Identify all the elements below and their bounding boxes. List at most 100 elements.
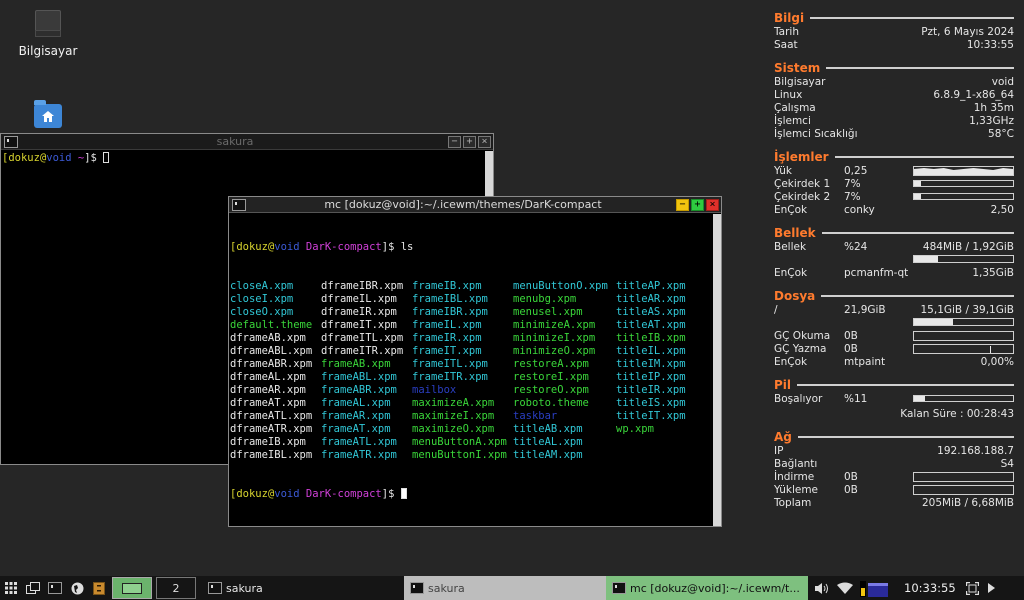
task-sakura-1[interactable]: sakura (202, 576, 404, 600)
file-entry: frameATR.xpm (321, 449, 397, 461)
close-button[interactable]: × (706, 198, 719, 211)
file-entry: frameAT.xpm (321, 423, 391, 435)
file-entry: titleIS.xpm (616, 397, 686, 409)
file-entry: menubg.xpm (513, 293, 577, 305)
terminal-output[interactable]: [dokuz@void DarK-compact]$ ls closeA.xpm… (229, 213, 721, 529)
task-label: sakura (226, 581, 263, 595)
section-title: Dosya (774, 288, 816, 303)
browser-launcher[interactable] (66, 577, 88, 599)
file-entry: frameIT.xpm (412, 345, 482, 357)
file-entry: restoreI.xpm (513, 371, 589, 383)
scrollbar[interactable] (485, 151, 493, 199)
workspace-1[interactable] (112, 577, 152, 599)
file-entry: restoreO.xpm (513, 384, 589, 396)
wifi-icon (837, 582, 853, 594)
apps-menu-button[interactable] (0, 577, 22, 599)
yuk-value: 0,25 (844, 164, 868, 177)
windows-icon (26, 582, 40, 594)
file-entry: dframeAR.xpm (230, 384, 306, 396)
file-entry: maximizeA.xpm (412, 397, 495, 409)
okuma-value: 0B (844, 329, 858, 342)
encok-name: pcmanfm-qt (844, 266, 909, 279)
file-entry: frameIB.xpm (412, 280, 482, 292)
upload-graph (913, 484, 1014, 495)
window-titlebar[interactable]: mc [dokuz@void]:~/.icewm/themes/DarK-com… (229, 197, 721, 213)
grid-icon (5, 582, 17, 594)
task-mc[interactable]: mc [dokuz@void]:~/.icewm/t... (606, 576, 808, 600)
saat-label: Saat (774, 38, 798, 51)
file-entry: frameABR.xpm (321, 384, 397, 396)
file-entry: dframeIBR.xpm (321, 280, 404, 292)
show-windows-button[interactable] (22, 577, 44, 599)
file-entry: dframeIBL.xpm (230, 449, 313, 461)
arrow-right-icon (987, 583, 995, 593)
file-entry (616, 436, 706, 449)
prompt-host: void (274, 488, 300, 500)
tarih-value: Pzt, 6 Mayıs 2024 (921, 25, 1014, 38)
maximize-button[interactable]: + (463, 135, 476, 148)
file-entry: titleAB.xpm (513, 423, 583, 435)
pil-percent: %11 (844, 392, 868, 405)
conky-panel: Bilgi Tarih Pzt, 6 Mayıs 2024 Saat 10:33:5… (774, 10, 1014, 509)
file-entry: closeA.xpm (230, 280, 294, 292)
command-line: [dokuz@void DarK-compact]$ ls (230, 241, 414, 253)
section-title: İşlemler (774, 149, 829, 164)
terminal-launcher[interactable] (44, 577, 66, 599)
task-sakura-2[interactable]: sakura (404, 576, 606, 600)
scroll-right-button[interactable] (984, 577, 998, 599)
file-entry: dframeIL.xpm (321, 293, 397, 305)
bellek-value: 484MiB / 1,92GiB (922, 240, 1014, 253)
desktop-icon-home[interactable] (13, 100, 83, 128)
window-title: mc [dokuz@void]:~/.icewm/themes/DarK-com… (324, 198, 602, 211)
prompt-path: DarK-compact (299, 488, 382, 500)
core-bar (913, 193, 1014, 200)
baglanti-value: S4 (1000, 457, 1014, 470)
cpu-monitor[interactable] (858, 577, 896, 599)
encok-value: 2,50 (990, 203, 1014, 216)
scrollbar[interactable] (713, 214, 721, 526)
file-entry: titleAR.xpm (616, 293, 686, 305)
prompt-tail: ]$ (381, 488, 401, 500)
cpu-load-graph (913, 165, 1014, 176)
file-entry: titleAS.xpm (616, 306, 686, 318)
file-entry: frameIBL.xpm (412, 293, 488, 305)
desktop-icon-label: Bilgisayar (18, 44, 78, 58)
workspace-2[interactable]: 2 (156, 577, 196, 599)
desktop-icon-computer[interactable]: Bilgisayar (13, 10, 83, 58)
file-entry: frameAB.xpm (321, 358, 391, 370)
minimize-button[interactable]: − (448, 135, 461, 148)
file-listing: closeA.xpm dframeIBR.xpm frameIB.xpm menuBu… (230, 280, 720, 462)
computer-icon (35, 10, 61, 37)
encok-label: EnÇok (774, 355, 808, 368)
clock[interactable]: 10:33:55 (904, 581, 956, 595)
core-value: 7% (844, 177, 861, 190)
system-label: Linux (774, 88, 803, 101)
disk-bar (913, 318, 1014, 326)
show-desktop-button[interactable] (962, 577, 984, 599)
file-entry: dframeABL.xpm (230, 345, 313, 357)
core-bar (913, 180, 1014, 187)
system-value: 6.8.9_1-x86_64 (933, 88, 1014, 101)
terminal-output[interactable]: [dokuz@void ~]$ (1, 150, 493, 167)
yukleme-value: 0B (844, 483, 858, 496)
mc-window[interactable]: mc [dokuz@void]:~/.icewm/themes/DarK-com… (228, 196, 722, 527)
window-titlebar[interactable]: sakura − + × (1, 134, 493, 150)
encok-label: EnÇok (774, 266, 808, 279)
minimize-button[interactable]: − (676, 198, 689, 211)
file-entry: frameIBR.xpm (412, 306, 488, 318)
terminal-icon (48, 582, 62, 594)
file-entry: titleIT.xpm (616, 410, 686, 422)
pil-label: Boşalıyor (774, 392, 823, 405)
volume-button[interactable] (812, 577, 834, 599)
bellek-label: Bellek (774, 240, 807, 253)
section-heading-bilgi: Bilgi (774, 10, 1014, 25)
file-entry: dframeIT.xpm (321, 319, 397, 331)
file-entry: dframeITL.xpm (321, 332, 404, 344)
maximize-button[interactable]: + (691, 198, 704, 211)
close-button[interactable]: × (478, 135, 491, 148)
file-manager-launcher[interactable] (88, 577, 110, 599)
encok-name: mtpaint (844, 355, 886, 368)
section-heading-bellek: Bellek (774, 225, 1014, 240)
network-button[interactable] (834, 577, 856, 599)
file-entry: closeI.xpm (230, 293, 294, 305)
